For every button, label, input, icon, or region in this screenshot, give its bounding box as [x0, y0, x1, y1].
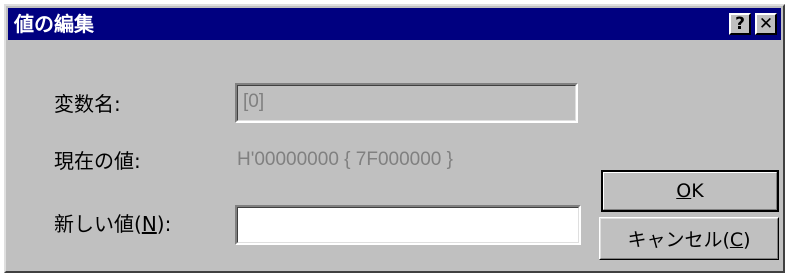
ok-button-label: OK — [676, 180, 704, 202]
ok-button[interactable]: OK — [601, 170, 779, 212]
variable-name-value: [0] — [243, 91, 265, 112]
close-button[interactable]: ✕ — [755, 13, 777, 35]
window-title: 値の編集 — [14, 12, 94, 36]
title-bar[interactable]: 値の編集 ? ✕ — [8, 8, 781, 40]
variable-name-label: 変数名: — [54, 92, 121, 116]
close-icon: ✕ — [758, 14, 774, 34]
cancel-button[interactable]: キャンセル(C) — [599, 217, 779, 260]
help-button[interactable]: ? — [729, 13, 751, 35]
variable-name-field: [0] — [235, 83, 578, 123]
new-value-input[interactable] — [240, 210, 570, 238]
new-value-field[interactable] — [235, 205, 581, 245]
current-value: H'00000000 { 7F000000 } — [237, 149, 453, 170]
help-icon: ? — [735, 14, 745, 34]
cancel-button-label: キャンセル(C) — [627, 229, 751, 251]
new-value-label: 新しい値(N): — [54, 212, 172, 236]
edit-value-dialog: 値の編集 ? ✕ 変数名: [0] 現在の値: H'00000000 { 7F0… — [4, 4, 785, 273]
current-value-label: 現在の値: — [54, 149, 141, 173]
